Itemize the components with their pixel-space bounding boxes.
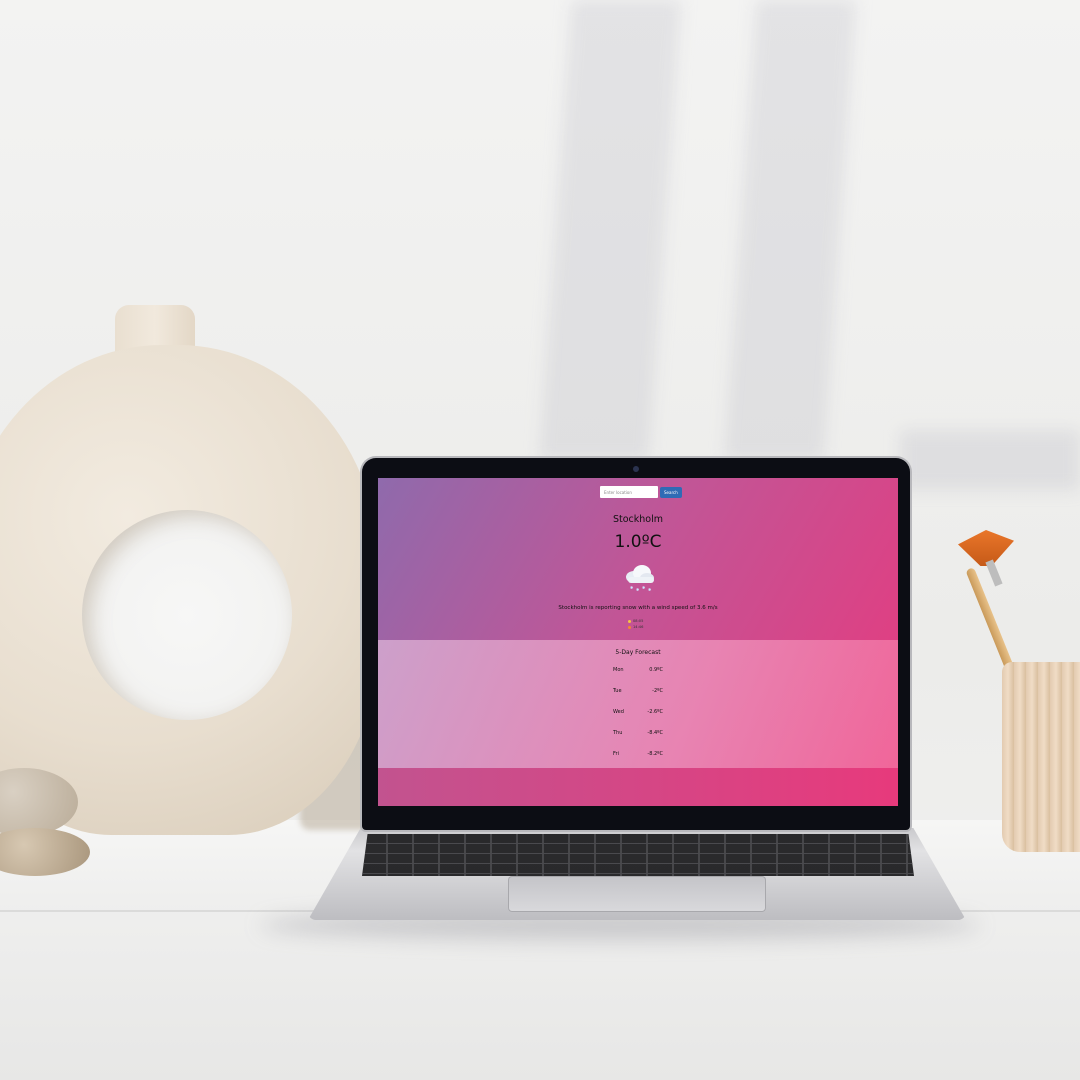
svg-text:✱: ✱	[636, 587, 640, 592]
sunset-row: 14:46	[628, 625, 643, 629]
sunset-icon	[628, 625, 631, 629]
forecast-temp: -2ºC	[652, 688, 663, 694]
weather-app-screen: Search Stockholm 1.0ºC ✱✱ ✱✱ Stockholm i…	[378, 478, 898, 806]
svg-text:✱: ✱	[642, 585, 646, 590]
ceramic-vase	[0, 305, 390, 835]
ribbed-cup	[1002, 662, 1080, 852]
photo-scene: Search Stockholm 1.0ºC ✱✱ ✱✱ Stockholm i…	[0, 0, 1080, 1080]
forecast-row: Wed -2.6ºC	[613, 709, 663, 715]
forecast-day: Wed	[613, 709, 624, 715]
window-shadow	[723, 0, 857, 460]
forecast-temp: 0.9ºC	[649, 667, 663, 673]
forecast-day: Mon	[613, 667, 624, 673]
window-shadow	[538, 0, 682, 460]
sunrise-row: 08:05	[628, 619, 643, 623]
sunset-time: 14:46	[633, 625, 644, 629]
sunrise-time: 08:05	[633, 619, 644, 623]
camera-icon	[633, 466, 639, 472]
forecast-day: Fri	[613, 751, 619, 757]
svg-text:✱: ✱	[630, 585, 634, 590]
screen-footer	[378, 768, 898, 806]
vase-hole	[82, 510, 292, 720]
brush-ferrule	[985, 559, 1003, 587]
trackpad	[508, 876, 766, 912]
search-button[interactable]: Search	[660, 487, 682, 498]
location-input[interactable]	[600, 486, 658, 498]
forecast-temp: -8.4ºC	[647, 730, 663, 736]
snow-cloud-icon: ✱ ✱ ✱ ✱	[626, 565, 654, 592]
weather-description: Stockholm is reporting snow with a wind …	[558, 605, 718, 611]
forecast-row: Fri -8.2ºC	[613, 751, 663, 757]
forecast-temp: -2.6ºC	[647, 709, 663, 715]
forecast-day: Tue	[613, 688, 622, 694]
forecast-temp: -8.2ºC	[647, 751, 663, 757]
window-shadow	[900, 430, 1080, 490]
forecast-day: Thu	[613, 730, 623, 736]
forecast-title: 5-Day Forecast	[615, 649, 661, 656]
laptop-lid: Search Stockholm 1.0ºC ✱✱ ✱✱ Stockholm i…	[362, 458, 910, 830]
forecast-row: Tue -2ºC	[613, 688, 663, 694]
keyboard-rows	[362, 834, 914, 876]
svg-text:✱: ✱	[648, 587, 652, 592]
forecast-panel: 5-Day Forecast Mon 0.9ºC Tue -2ºC Wed -2…	[378, 640, 898, 768]
current-temperature: 1.0ºC	[614, 532, 662, 552]
search-bar: Search	[600, 486, 682, 498]
city-name: Stockholm	[612, 514, 664, 525]
sunrise-icon	[628, 619, 631, 623]
current-weather: Search Stockholm 1.0ºC ✱✱ ✱✱ Stockholm i…	[378, 478, 898, 640]
brush-bristles	[958, 530, 1014, 566]
forecast-row: Thu -8.4ºC	[613, 730, 663, 736]
forecast-row: Mon 0.9ºC	[613, 667, 663, 673]
